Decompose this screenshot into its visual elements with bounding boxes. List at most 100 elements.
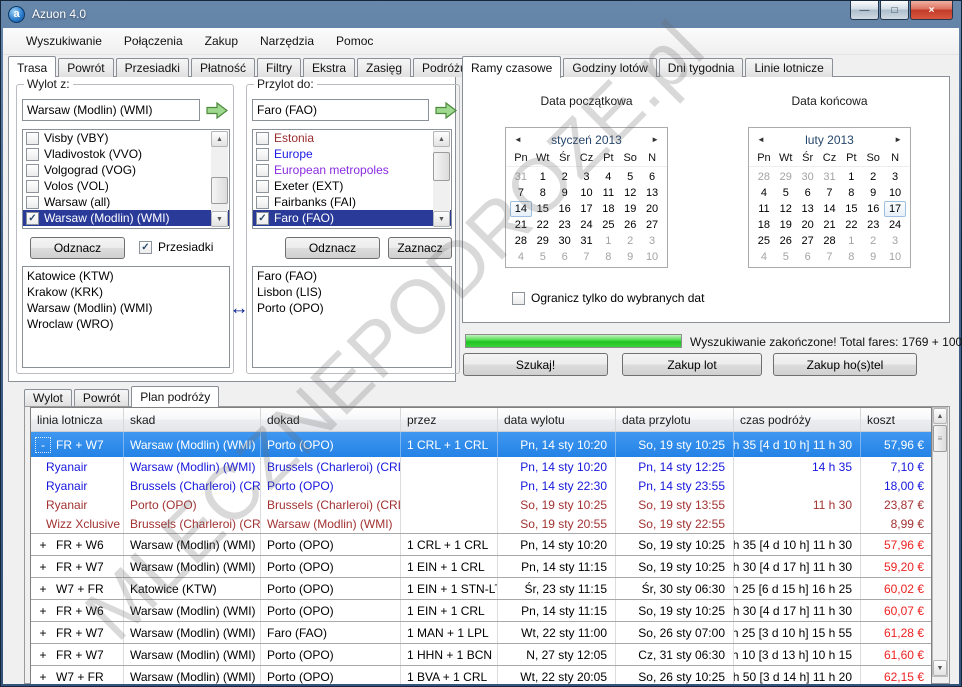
- calendar-day[interactable]: 6: [641, 169, 663, 185]
- calendar-day[interactable]: 23: [862, 217, 884, 233]
- calendar-day[interactable]: 3: [576, 169, 598, 185]
- flight-row[interactable]: +FR + W7Warsaw (Modlin) (WMI)Porto (OPO)…: [31, 643, 931, 665]
- tab-filtry[interactable]: Filtry: [257, 58, 301, 77]
- menu-narzędzia[interactable]: Narzędzia: [249, 30, 325, 52]
- calendar-day[interactable]: 2: [862, 169, 884, 185]
- scrollbar-thumb[interactable]: [211, 177, 228, 204]
- calendar-day[interactable]: 13: [797, 201, 819, 217]
- calendar-day[interactable]: 14: [510, 201, 532, 217]
- row-expander-icon[interactable]: +: [35, 648, 51, 662]
- tab-plan-podróży[interactable]: Plan podróży: [131, 386, 219, 407]
- tab-powrót[interactable]: Powrót: [74, 389, 129, 406]
- calendar-day[interactable]: 9: [862, 185, 884, 201]
- calendar-day[interactable]: 6: [554, 249, 576, 265]
- calendar-day[interactable]: 15: [840, 201, 862, 217]
- checkbox-icon[interactable]: [256, 148, 269, 161]
- calendar-day[interactable]: 12: [619, 185, 641, 201]
- close-button[interactable]: ×: [910, 1, 953, 20]
- column-header-przez[interactable]: przez: [401, 408, 498, 431]
- calendar-day[interactable]: 9: [862, 249, 884, 265]
- calendar-day[interactable]: 29: [775, 169, 797, 185]
- destination-checklist[interactable]: EstoniaEuropeEuropean metropolesExeter (…: [252, 129, 452, 229]
- calendar-day[interactable]: 5: [775, 249, 797, 265]
- tab-dni-tygodnia[interactable]: Dni tygodnia: [659, 58, 744, 77]
- column-header-linia-lotnicza[interactable]: linia lotnicza: [31, 408, 124, 431]
- calendar-day[interactable]: 26: [775, 233, 797, 249]
- buy-hostel-button[interactable]: Zakup ho(s)tel: [773, 353, 917, 376]
- checkbox-icon[interactable]: [256, 132, 269, 145]
- calendar-day[interactable]: 25: [597, 217, 619, 233]
- origin-list-item[interactable]: Volos (VOL): [23, 178, 229, 194]
- calendar-day[interactable]: 20: [797, 217, 819, 233]
- calendar-day[interactable]: 22: [532, 217, 554, 233]
- destination-list-item[interactable]: Exeter (EXT): [253, 178, 451, 194]
- destination-list-item[interactable]: European metropoles: [253, 162, 451, 178]
- flight-row[interactable]: +FR + W7Warsaw (Modlin) (WMI)Faro (FAO)1…: [31, 621, 931, 643]
- origin-list-item[interactable]: Vladivostok (VVO): [23, 146, 229, 162]
- scrollbar-thumb[interactable]: ≡: [933, 425, 947, 452]
- scroll-up-icon[interactable]: ▲: [433, 131, 450, 147]
- flight-row[interactable]: RyanairPorto (OPO)Brussels (Charleroi) (…: [31, 495, 931, 514]
- calendar-day[interactable]: 9: [554, 185, 576, 201]
- tab-linie-lotnicze[interactable]: Linie lotnicze: [745, 58, 832, 77]
- destination-list-item[interactable]: ✓Faro (FAO): [253, 210, 451, 226]
- calendar-day[interactable]: 16: [554, 201, 576, 217]
- calendar-day[interactable]: 22: [840, 217, 862, 233]
- destination-input[interactable]: [252, 99, 429, 121]
- scroll-down-icon[interactable]: ▼: [433, 211, 450, 227]
- checkbox-icon[interactable]: [26, 180, 39, 193]
- calendar-day[interactable]: 28: [510, 233, 532, 249]
- origin-summary-list[interactable]: Katowice (KTW)Krakow (KRK)Warsaw (Modlin…: [22, 266, 230, 368]
- transfers-checkbox-row[interactable]: ✓ Przesiadki: [139, 240, 213, 254]
- calendar-day[interactable]: 7: [819, 185, 841, 201]
- transfers-checkbox[interactable]: ✓: [139, 241, 152, 254]
- calendar-day[interactable]: 19: [619, 201, 641, 217]
- end-date-calendar[interactable]: ◄ luty 2013 ► PnWtŚrCzPtSoN 282930311234…: [748, 127, 911, 268]
- checkbox-icon[interactable]: ✓: [256, 212, 269, 225]
- calendar-day[interactable]: 9: [619, 249, 641, 265]
- origin-checklist[interactable]: Visby (VBY)Vladivostok (VVO)Volgograd (V…: [22, 129, 230, 229]
- checkbox-icon[interactable]: [256, 164, 269, 177]
- flight-row[interactable]: +W7 + FRKatowice (KTW)Porto (OPO)1 EIN +…: [31, 577, 931, 599]
- limit-dates-checkbox-row[interactable]: Ogranicz tylko do wybranych dat: [512, 291, 704, 305]
- calendar-day[interactable]: 2: [554, 169, 576, 185]
- calendar-month-title[interactable]: luty 2013: [805, 133, 854, 147]
- row-expander-icon[interactable]: +: [35, 604, 51, 618]
- calendar-day[interactable]: 23: [554, 217, 576, 233]
- flight-row[interactable]: RyanairBrussels (Charleroi) (CRL)Porto (…: [31, 476, 931, 495]
- calendar-day[interactable]: 18: [753, 217, 775, 233]
- checkbox-icon[interactable]: [26, 196, 39, 209]
- origin-go-arrow-icon[interactable]: [205, 100, 230, 121]
- checkbox-icon[interactable]: [256, 196, 269, 209]
- calendar-day[interactable]: 8: [840, 249, 862, 265]
- calendar-day[interactable]: 27: [641, 217, 663, 233]
- calendar-day[interactable]: 30: [797, 169, 819, 185]
- calendar-day[interactable]: 18: [597, 201, 619, 217]
- calendar-day[interactable]: 8: [840, 185, 862, 201]
- calendar-day[interactable]: 3: [641, 233, 663, 249]
- destination-select-button[interactable]: Zaznacz: [388, 237, 452, 259]
- calendar-day[interactable]: 8: [532, 185, 554, 201]
- tab-przesiadki[interactable]: Przesiadki: [116, 58, 189, 77]
- tab-ekstra[interactable]: Ekstra: [303, 58, 355, 77]
- calendar-day[interactable]: 11: [753, 201, 775, 217]
- calendar-day[interactable]: 1: [840, 169, 862, 185]
- scroll-up-icon[interactable]: ▲: [933, 408, 947, 424]
- calendar-day[interactable]: 3: [884, 169, 906, 185]
- flight-row[interactable]: +FR + W7Warsaw (Modlin) (WMI)Porto (OPO)…: [31, 555, 931, 577]
- menu-wyszukiwanie[interactable]: Wyszukiwanie: [15, 30, 113, 52]
- calendar-day[interactable]: 2: [619, 233, 641, 249]
- calendar-day[interactable]: 11: [597, 185, 619, 201]
- calendar-day[interactable]: 26: [619, 217, 641, 233]
- tab-trasa[interactable]: Trasa: [8, 56, 56, 78]
- tab-ramy-czasowe[interactable]: Ramy czasowe: [462, 56, 561, 78]
- scroll-up-icon[interactable]: ▲: [211, 131, 228, 147]
- calendar-day[interactable]: 5: [619, 169, 641, 185]
- calendar-day[interactable]: 25: [753, 233, 775, 249]
- flight-row[interactable]: +FR + W6Warsaw (Modlin) (WMI)Porto (OPO)…: [31, 533, 931, 555]
- destination-list-item[interactable]: Fairbanks (FAI): [253, 194, 451, 210]
- calendar-day[interactable]: 21: [819, 217, 841, 233]
- calendar-day[interactable]: 6: [797, 185, 819, 201]
- origin-list-item[interactable]: Visby (VBY): [23, 130, 229, 146]
- calendar-day[interactable]: 30: [554, 233, 576, 249]
